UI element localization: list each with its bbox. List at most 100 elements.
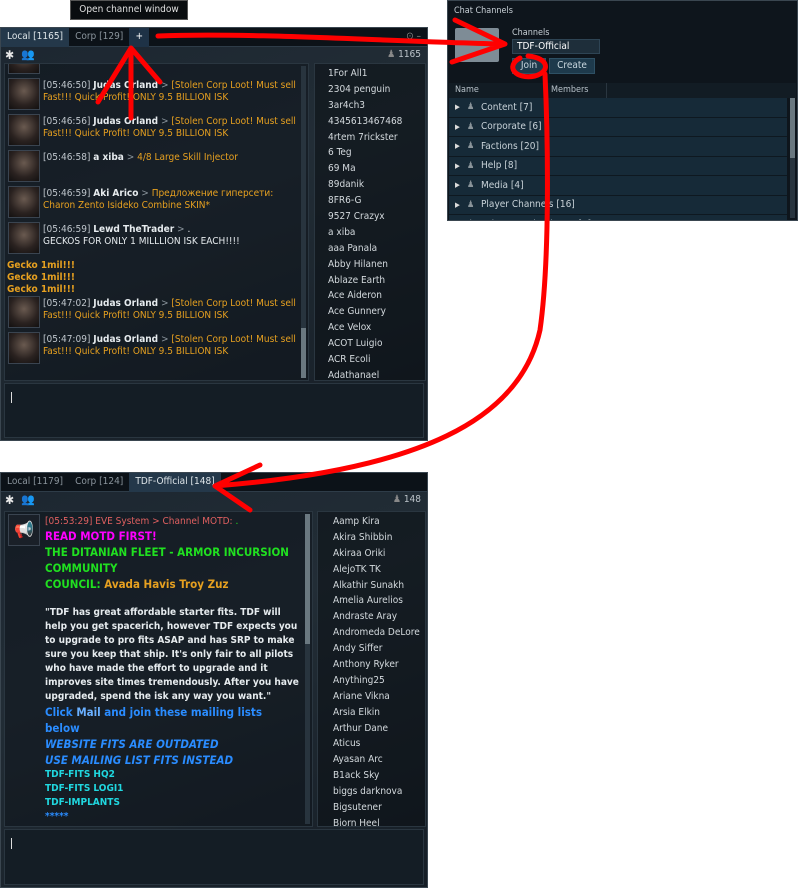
- tab-tdf-official[interactable]: TDF-Official [148]: [129, 473, 221, 492]
- sender-name[interactable]: Judas Orland: [93, 298, 158, 309]
- member-list-item[interactable]: 6 Teg: [328, 145, 425, 161]
- channel-category-row[interactable]: ▶♟Science and Industry [6]: [449, 215, 787, 220]
- members-toggle-icon[interactable]: 👥: [21, 48, 35, 61]
- avatar[interactable]: [8, 332, 40, 364]
- member-list-item[interactable]: 4rtem 7rickster: [328, 130, 425, 146]
- mailing-list-link[interactable]: TDF-IMPLANTS: [45, 796, 300, 810]
- channel-category-row[interactable]: ▶ ♟ Media [4]: [449, 176, 787, 196]
- tab-corp[interactable]: Corp [124]: [69, 473, 129, 492]
- member-list-item[interactable]: biggs darknova: [333, 784, 425, 800]
- member-list-item[interactable]: aaa Panala: [328, 241, 425, 257]
- member-list-item[interactable]: Adathanael: [328, 368, 425, 380]
- member-list-item[interactable]: Anything25: [333, 673, 425, 689]
- member-list-item[interactable]: 4345613467468: [328, 114, 425, 130]
- member-list-item[interactable]: 3ar4ch3: [328, 98, 425, 114]
- avatar[interactable]: [8, 296, 40, 328]
- channel-category-row[interactable]: ▶ ♟ Help [8]: [449, 156, 787, 176]
- avatar[interactable]: [8, 150, 40, 182]
- member-list-item[interactable]: 8FR6-G: [328, 193, 425, 209]
- person-icon: ♟: [467, 141, 475, 152]
- expand-arrow-icon[interactable]: ▶: [455, 103, 467, 111]
- sender-name[interactable]: Judas Orland: [93, 334, 158, 345]
- member-list-item[interactable]: ACOT Luigio: [328, 336, 425, 352]
- sender-name[interactable]: Aki Arico: [93, 188, 138, 199]
- member-list-item[interactable]: B1ack Sky: [333, 768, 425, 784]
- separator: >: [126, 152, 135, 163]
- column-members[interactable]: Members: [545, 83, 607, 98]
- expand-arrow-icon[interactable]: ▶: [455, 162, 467, 170]
- member-list-item[interactable]: Ace Aideron: [328, 288, 425, 304]
- chat-bubble-icon: [455, 28, 499, 62]
- member-list-item[interactable]: ACR Ecoli: [328, 352, 425, 368]
- chat-message: [05:46:59] Aki Arico > Предложение гипер…: [7, 186, 296, 222]
- member-list-item[interactable]: Abby Hilanen: [328, 257, 425, 273]
- channel-category-row[interactable]: ▶ ♟ Factions [20]: [449, 137, 787, 157]
- scrollbar[interactable]: [790, 98, 795, 218]
- member-list-item[interactable]: Andraste Aray: [333, 609, 425, 625]
- tab-local[interactable]: Local [1165]: [1, 28, 70, 47]
- channel-category-row[interactable]: ▶ ♟ Corporate [6]: [449, 117, 787, 137]
- member-list-item[interactable]: Arthur Dane: [333, 721, 425, 737]
- scrollbar[interactable]: [301, 66, 306, 378]
- expand-arrow-icon[interactable]: ▶: [455, 142, 467, 150]
- gear-icon[interactable]: ✱: [5, 48, 14, 62]
- channel-category-row[interactable]: ▶ ♟ Content [7]: [449, 98, 787, 118]
- member-list-item[interactable]: Aamp Kira: [333, 514, 425, 530]
- scrollbar[interactable]: [305, 514, 310, 824]
- member-list-item[interactable]: 69 Ma: [328, 161, 425, 177]
- expand-arrow-icon[interactable]: ▶: [455, 201, 467, 209]
- mail-link[interactable]: Mail: [76, 705, 100, 719]
- avatar[interactable]: [8, 186, 40, 218]
- tab-local[interactable]: Local [1179]: [1, 473, 69, 492]
- member-list-item[interactable]: AlejoTK TK: [333, 562, 425, 578]
- member-list-item[interactable]: a xiba: [328, 225, 425, 241]
- avatar[interactable]: [8, 64, 40, 74]
- member-list-item[interactable]: Aticus: [333, 736, 425, 752]
- member-list-item[interactable]: Akira Shibbin: [333, 530, 425, 546]
- join-button[interactable]: Join: [512, 58, 546, 74]
- channel-name-input[interactable]: TDF-Official: [512, 39, 600, 54]
- member-list-item[interactable]: Bjorn Heel: [333, 816, 425, 826]
- member-list-item[interactable]: 2304 penguin: [328, 82, 425, 98]
- avatar[interactable]: [8, 78, 40, 110]
- member-list-item[interactable]: Amelia Aurelios: [333, 593, 425, 609]
- minimize-icon[interactable]: –: [417, 31, 422, 42]
- avatar[interactable]: [8, 222, 40, 254]
- member-list-item[interactable]: Arsia Elkin: [333, 705, 425, 721]
- expand-arrow-icon[interactable]: ▶: [455, 181, 467, 189]
- sender-name[interactable]: Judas Orland: [93, 116, 158, 127]
- member-list-item[interactable]: Ablaze Earth: [328, 273, 425, 289]
- expand-arrow-icon[interactable]: ▶: [455, 123, 467, 131]
- member-list-item[interactable]: Ayasan Arc: [333, 752, 425, 768]
- sender-name[interactable]: Lewd TheTrader: [93, 224, 174, 235]
- settings-icon[interactable]: ⊙: [406, 31, 414, 42]
- member-list-item[interactable]: Andromeda DeLore: [333, 625, 425, 641]
- channel-category-row[interactable]: ▶ ♟ Player Channels [16]: [449, 195, 787, 215]
- member-list-item[interactable]: Ariane Vikna: [333, 689, 425, 705]
- member-list-item[interactable]: 1For All1: [328, 66, 425, 82]
- column-name[interactable]: Name: [449, 83, 545, 98]
- create-button[interactable]: Create: [549, 58, 595, 74]
- gear-icon[interactable]: ✱: [5, 493, 14, 507]
- member-list-item[interactable]: Ace Gunnery: [328, 304, 425, 320]
- member-list-item[interactable]: Alkathir Sunakh: [333, 578, 425, 594]
- open-channel-button[interactable]: +: [129, 28, 150, 47]
- sender-name[interactable]: Judas Orland: [93, 80, 158, 91]
- member-list-item[interactable]: 9527 Crazyx: [328, 209, 425, 225]
- mailing-list-link[interactable]: TDF-FITS LOGI1: [45, 782, 300, 796]
- member-list-item[interactable]: Bigsutener: [333, 800, 425, 816]
- mailing-list-link[interactable]: TDF-FITS HQ2: [45, 768, 300, 782]
- avatar[interactable]: [8, 114, 40, 146]
- member-list-item[interactable]: Anthony Ryker: [333, 657, 425, 673]
- member-list-item[interactable]: Ace Velox: [328, 320, 425, 336]
- chat-input[interactable]: [4, 829, 424, 885]
- sender[interactable]: EVE System: [95, 516, 149, 527]
- member-list-item[interactable]: 89danik: [328, 177, 425, 193]
- member-list-item[interactable]: Andy Siffer: [333, 641, 425, 657]
- chat-input[interactable]: [4, 383, 424, 438]
- sender-name[interactable]: a xiba: [93, 152, 124, 163]
- member-list-item[interactable]: Akiraa Oriki: [333, 546, 425, 562]
- timestamp: [05:46:59]: [43, 188, 91, 199]
- members-toggle-icon[interactable]: 👥: [21, 493, 35, 506]
- tab-corp[interactable]: Corp [129]: [69, 28, 129, 47]
